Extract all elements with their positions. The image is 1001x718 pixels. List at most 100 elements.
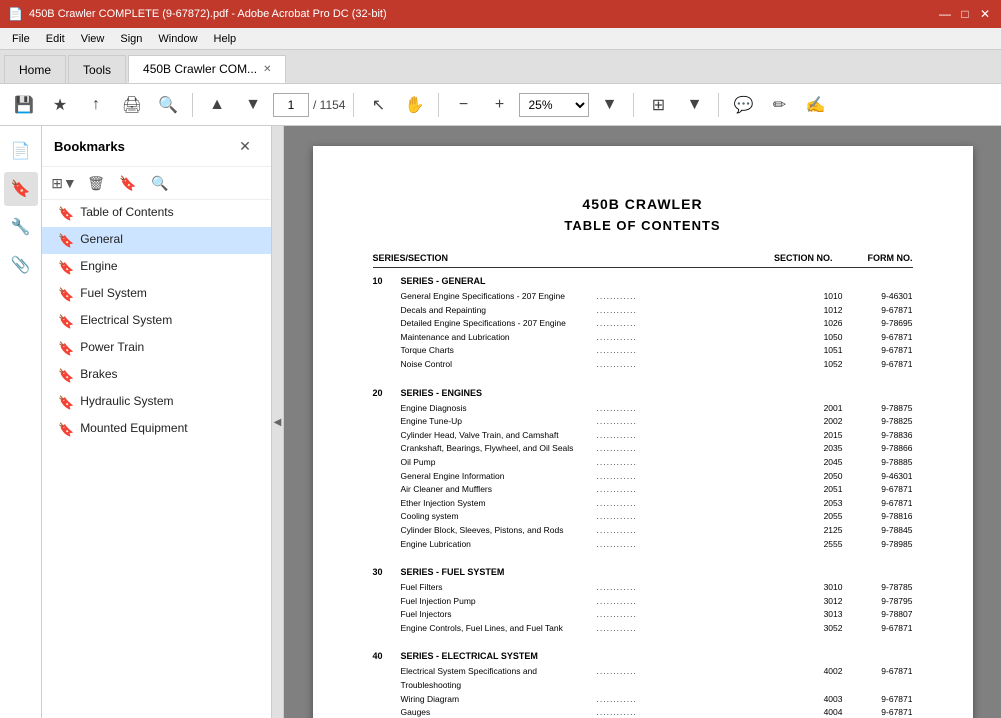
- close-window-button[interactable]: ✕: [977, 6, 993, 22]
- entry-num: 3013: [793, 608, 843, 622]
- menu-edit[interactable]: Edit: [38, 31, 73, 47]
- pdf-page: 450B CRAWLER TABLE OF CONTENTS SERIES/SE…: [313, 146, 973, 718]
- toc-series-20: 20 SERIES - ENGINES Engine Diagnosis ...…: [373, 388, 913, 552]
- attachments-panel-button[interactable]: 📎: [4, 248, 38, 282]
- zoom-out-button[interactable]: −: [447, 89, 479, 121]
- entry-num: 2035: [793, 442, 843, 456]
- tab-document[interactable]: 450B Crawler COM... ✕: [128, 55, 286, 83]
- pdf-subtitle: TABLE OF CONTENTS: [373, 218, 913, 233]
- bookmark-mounted-equipment[interactable]: 🔖 Mounted Equipment: [42, 416, 271, 443]
- find-bookmark-button[interactable]: 🔍: [146, 171, 174, 195]
- share-button[interactable]: ↑: [80, 89, 112, 121]
- bookmark-icon: 🔖: [58, 395, 74, 411]
- entry-form: 9-78985: [843, 538, 913, 552]
- entry-num: 3052: [793, 622, 843, 636]
- tab-home[interactable]: Home: [4, 55, 66, 83]
- bookmark-engine[interactable]: 🔖 Engine: [42, 254, 271, 281]
- bookmark-general[interactable]: 🔖 General: [42, 227, 271, 254]
- print-button[interactable]: 🖨: [116, 89, 148, 121]
- pen-button[interactable]: ✏: [763, 89, 795, 121]
- entry-form: 9-78695: [843, 317, 913, 331]
- toc-row: Gauges ............40049-67871: [373, 706, 913, 718]
- menu-file[interactable]: File: [4, 31, 38, 47]
- toc-row: General Engine Specifications - 207 Engi…: [373, 290, 913, 304]
- tab-tools[interactable]: Tools: [68, 55, 126, 83]
- minimize-button[interactable]: —: [937, 6, 953, 22]
- bookmark-icon: 🔖: [58, 422, 74, 438]
- sign-button[interactable]: ✍: [799, 89, 831, 121]
- menu-help[interactable]: Help: [206, 31, 245, 47]
- toc-row: Detailed Engine Specifications - 207 Eng…: [373, 317, 913, 331]
- zoom-dropdown-button[interactable]: ▼: [593, 89, 625, 121]
- toc-row: Torque Charts ............10519-67871: [373, 344, 913, 358]
- menu-view[interactable]: View: [73, 31, 113, 47]
- bookmark-fuel-system[interactable]: 🔖 Fuel System: [42, 281, 271, 308]
- save-button[interactable]: 💾: [8, 89, 40, 121]
- bookmark-power-train[interactable]: 🔖 Power Train: [42, 335, 271, 362]
- pdf-viewer[interactable]: 450B CRAWLER TABLE OF CONTENTS SERIES/SE…: [284, 126, 1001, 718]
- toolbar-separator-2: [353, 93, 354, 117]
- expand-all-button[interactable]: ⊞▼: [50, 171, 78, 195]
- bookmark-label: Hydraulic System: [80, 394, 261, 408]
- entry-num: 4002: [793, 665, 843, 692]
- entry-label: Fuel Injectors: [401, 608, 597, 622]
- entry-num: 2001: [793, 402, 843, 416]
- entry-label: Noise Control: [401, 358, 597, 372]
- comment-button[interactable]: 💬: [727, 89, 759, 121]
- bookmark-icon: 🔖: [58, 233, 74, 249]
- zoom-in-button[interactable]: +: [483, 89, 515, 121]
- tools-panel-button[interactable]: 🔧: [4, 210, 38, 244]
- sidebar-collapse-handle[interactable]: ◀: [272, 126, 284, 718]
- entry-num: 3012: [793, 595, 843, 609]
- search-button[interactable]: 🔍: [152, 89, 184, 121]
- bookmark-icon: 🔖: [58, 368, 74, 384]
- bookmark-electrical-system[interactable]: 🔖 Electrical System: [42, 308, 271, 335]
- bookmark-icon: 🔖: [58, 287, 74, 303]
- prev-page-button[interactable]: ▲: [201, 89, 233, 121]
- toc-row: Noise Control ............10529-67871: [373, 358, 913, 372]
- bookmark-button[interactable]: ★: [44, 89, 76, 121]
- entry-num: 2015: [793, 429, 843, 443]
- entry-label: Fuel Injection Pump: [401, 595, 597, 609]
- page-number-input[interactable]: [273, 93, 309, 117]
- maximize-button[interactable]: □: [957, 6, 973, 22]
- next-page-button[interactable]: ▼: [237, 89, 269, 121]
- view-mode-button[interactable]: ⊞: [642, 89, 674, 121]
- bookmark-table-of-contents[interactable]: 🔖 Table of Contents: [42, 200, 271, 227]
- toc-row: Crankshaft, Bearings, Flywheel, and Oil …: [373, 442, 913, 456]
- entry-num: 2125: [793, 524, 843, 538]
- sidebar-header: Bookmarks ✕: [42, 126, 271, 167]
- entry-num: 2050: [793, 470, 843, 484]
- delete-bookmark-button[interactable]: 🗑: [82, 171, 110, 195]
- entry-form: 9-67871: [843, 622, 913, 636]
- expand-button[interactable]: ▼: [678, 89, 710, 121]
- series-20-title: SERIES - ENGINES: [401, 388, 483, 398]
- bookmark-hydraulic-system[interactable]: 🔖 Hydraulic System: [42, 389, 271, 416]
- toolbar-separator-4: [633, 93, 634, 117]
- toolbar: 💾 ★ ↑ 🖨 🔍 ▲ ▼ / 1154 ↖ ✋ − + 25%33%49%50…: [0, 84, 1001, 126]
- menu-window[interactable]: Window: [150, 31, 205, 47]
- bookmarks-panel-button[interactable]: 🔖: [4, 172, 38, 206]
- entry-form: 9-67871: [843, 693, 913, 707]
- pages-panel-button[interactable]: 📄: [4, 134, 38, 168]
- page-total: / 1154: [313, 98, 345, 112]
- entry-label: Cylinder Head, Valve Train, and Camshaft: [401, 429, 597, 443]
- entry-form: 9-78866: [843, 442, 913, 456]
- close-sidebar-button[interactable]: ✕: [231, 134, 259, 158]
- hand-tool-button[interactable]: ✋: [398, 89, 430, 121]
- entry-label: Wiring Diagram: [401, 693, 597, 707]
- toc-row: Air Cleaner and Mufflers ............205…: [373, 483, 913, 497]
- menu-sign[interactable]: Sign: [112, 31, 150, 47]
- add-bookmark-button[interactable]: 🔖: [114, 171, 142, 195]
- bookmark-label: General: [80, 232, 261, 246]
- toc-column-headers: SERIES/SECTION SECTION NO. FORM NO.: [373, 253, 913, 268]
- entry-label: Maintenance and Lubrication: [401, 331, 597, 345]
- entry-form: 9-67871: [843, 706, 913, 718]
- cursor-tool-button[interactable]: ↖: [362, 89, 394, 121]
- bookmark-icon: 🔖: [58, 314, 74, 330]
- zoom-select[interactable]: 25%33%49%50% 66%75%100%: [519, 93, 589, 117]
- entry-num: 1052: [793, 358, 843, 372]
- tab-close-button[interactable]: ✕: [263, 64, 271, 75]
- entry-num: 2045: [793, 456, 843, 470]
- bookmark-brakes[interactable]: 🔖 Brakes: [42, 362, 271, 389]
